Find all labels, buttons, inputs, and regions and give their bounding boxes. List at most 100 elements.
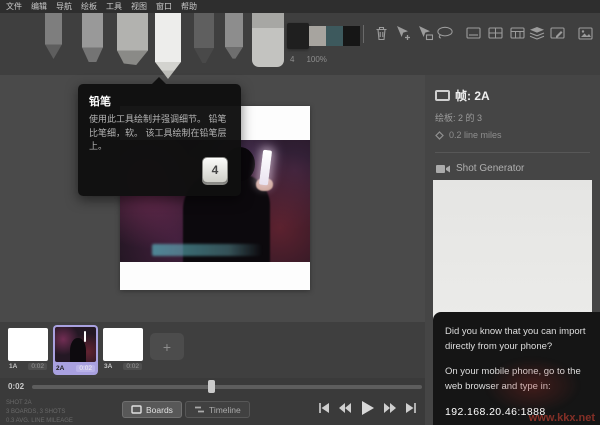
tooltip-title: 铅笔 bbox=[89, 96, 111, 108]
layers-icon[interactable] bbox=[528, 24, 546, 42]
play-button[interactable] bbox=[360, 400, 375, 416]
board-thumbnail-3a[interactable]: 3A 0:02 bbox=[103, 328, 143, 372]
boards-view-label: Boards bbox=[146, 404, 173, 415]
storyboarder-app: 文件 编辑 导航 绘板 工具 视图 窗口 帮助 4 100% 铅笔 使用此工具绘… bbox=[0, 0, 600, 425]
palette-swatch-2[interactable] bbox=[326, 26, 343, 46]
timeline-scrubber-handle[interactable] bbox=[208, 380, 215, 393]
add-board-button[interactable]: + bbox=[150, 333, 184, 360]
board-3a-image bbox=[103, 328, 143, 361]
board-3a-duration: 0:02 bbox=[123, 363, 142, 370]
boards-view-button[interactable]: Boards bbox=[122, 401, 182, 418]
sidebar: 帧: 2A 绘板: 2 的 3 0.2 line miles Shot Gene… bbox=[425, 75, 600, 425]
phone-import-address: 192.168.20.46:1888 bbox=[445, 405, 546, 418]
diamond-icon bbox=[435, 130, 444, 140]
trash-icon[interactable] bbox=[372, 24, 390, 42]
menu-navigation[interactable]: 导航 bbox=[56, 1, 72, 12]
brush-settings: 4 100% bbox=[290, 55, 327, 64]
menu-edit[interactable]: 编辑 bbox=[31, 1, 47, 12]
brush-opacity-value[interactable]: 100% bbox=[306, 55, 326, 64]
captions-board-icon[interactable] bbox=[464, 24, 482, 42]
next-frame-icon bbox=[384, 403, 396, 413]
next-frame-button[interactable] bbox=[383, 402, 397, 414]
board-strip: 1A 0:02 2A 0:02 3A 0:02 + bbox=[0, 322, 425, 378]
menu-bar: 文件 编辑 导航 绘板 工具 视图 窗口 帮助 bbox=[0, 0, 600, 13]
current-color-swatch[interactable] bbox=[287, 23, 309, 49]
menu-window[interactable]: 窗口 bbox=[156, 1, 172, 12]
status-shot: SHOT 2A bbox=[6, 400, 32, 406]
timeline-track[interactable] bbox=[32, 380, 422, 393]
photo-subtitle-blur bbox=[152, 243, 263, 256]
board-3a-id: 3A bbox=[104, 363, 113, 370]
current-time-label: 0:02 bbox=[8, 382, 25, 391]
menu-board[interactable]: 绘板 bbox=[81, 1, 97, 12]
timeline-scrubber-row: 0:02 bbox=[0, 378, 425, 395]
shot-generator-label: Shot Generator bbox=[456, 163, 525, 174]
toolbar: 4 100% bbox=[0, 13, 600, 79]
play-icon bbox=[362, 401, 374, 415]
status-boards: 3 BOARDS, 3 SHOTS bbox=[6, 409, 66, 415]
add-board-cursor-icon[interactable] bbox=[394, 24, 412, 42]
export-image-icon[interactable] bbox=[576, 24, 594, 42]
last-frame-icon bbox=[406, 403, 416, 413]
last-frame-button[interactable] bbox=[405, 402, 417, 414]
palette-swatch-1[interactable] bbox=[309, 26, 326, 46]
line-mileage: 0.2 line miles bbox=[449, 130, 502, 140]
board-position-row: 绘板: 2 的 3 bbox=[435, 111, 600, 124]
playback-controls bbox=[318, 400, 417, 416]
timeline-icon bbox=[194, 406, 204, 413]
phone-import-panel: Did you know that you can import directl… bbox=[433, 312, 600, 425]
sidebar-divider bbox=[435, 152, 590, 153]
boards-icon bbox=[131, 405, 142, 414]
grid-board-icon[interactable] bbox=[486, 24, 504, 42]
timeline-view-button[interactable]: Timeline bbox=[184, 401, 250, 418]
frame-icon bbox=[435, 90, 450, 101]
board-thumbnail-2a-selected[interactable]: 2A 0:02 bbox=[53, 325, 98, 375]
pencil-tooltip: 铅笔 使用此工具绘制并强调细节。 铅笔比笔细，软。 该工具绘制在铅笔层上。 4 bbox=[78, 77, 241, 196]
color-swatches bbox=[287, 23, 360, 49]
menu-file[interactable]: 文件 bbox=[6, 1, 22, 12]
mini-lightstick bbox=[83, 331, 87, 342]
lasso-icon[interactable] bbox=[436, 24, 454, 42]
tooltip-body: 使用此工具绘制并强调细节。 铅笔比笔细，软。 该工具绘制在铅笔层上。 bbox=[89, 114, 227, 151]
previous-frame-icon bbox=[339, 403, 351, 413]
tool-pencil-selected[interactable] bbox=[155, 13, 181, 79]
board-thumbnail-1a[interactable]: 1A 0:02 bbox=[8, 328, 48, 372]
board-1a-duration: 0:02 bbox=[28, 363, 47, 370]
frame-title: 帧: 2A bbox=[455, 89, 490, 103]
status-mileage: 0.3 AVG. LINE MILEAGE bbox=[6, 418, 73, 424]
shortcut-keycap: 4 bbox=[202, 157, 228, 183]
board-2a-image bbox=[55, 327, 96, 362]
details-board-icon[interactable] bbox=[508, 24, 526, 42]
menu-tools[interactable]: 工具 bbox=[106, 1, 122, 12]
tool-eraser[interactable] bbox=[252, 13, 284, 67]
tool-hard-pencil[interactable] bbox=[82, 13, 103, 62]
tool-pen[interactable] bbox=[194, 13, 214, 63]
phone-import-line1: Did you know that you can import directl… bbox=[445, 326, 586, 352]
menu-help[interactable]: 帮助 bbox=[181, 1, 197, 12]
toolbar-separator bbox=[363, 25, 364, 43]
line-mileage-row: 0.2 line miles bbox=[435, 130, 600, 140]
bottom-bar: SHOT 2A 3 BOARDS, 3 SHOTS 0.3 AVG. LINE … bbox=[0, 395, 425, 425]
camera-icon bbox=[436, 164, 450, 173]
previous-frame-button[interactable] bbox=[338, 402, 352, 414]
palette-swatch-3[interactable] bbox=[343, 26, 360, 46]
frame-title-row: 帧: 2A bbox=[435, 87, 600, 104]
shot-generator-header[interactable]: Shot Generator bbox=[435, 163, 600, 174]
tool-brush[interactable] bbox=[225, 13, 243, 59]
tool-marker[interactable] bbox=[117, 13, 148, 65]
duplicate-board-cursor-icon[interactable] bbox=[416, 24, 434, 42]
phone-import-line2: On your mobile phone, go to the web brow… bbox=[445, 366, 581, 393]
menu-view[interactable]: 视图 bbox=[131, 1, 147, 12]
shot-status: SHOT 2A 3 BOARDS, 3 SHOTS 0.3 AVG. LINE … bbox=[6, 399, 73, 425]
view-toggles: Boards Timeline bbox=[122, 401, 250, 418]
board-1a-image bbox=[8, 328, 48, 361]
annotate-board-icon[interactable] bbox=[548, 24, 566, 42]
board-2a-duration: 0:02 bbox=[76, 365, 95, 372]
timeline-view-label: Timeline bbox=[208, 404, 241, 415]
tool-light-pencil[interactable] bbox=[45, 13, 62, 59]
brush-size-value[interactable]: 4 bbox=[290, 55, 294, 64]
first-frame-icon bbox=[319, 403, 329, 413]
board-1a-id: 1A bbox=[9, 363, 18, 370]
board-2a-id: 2A bbox=[56, 365, 65, 372]
first-frame-button[interactable] bbox=[318, 402, 330, 414]
